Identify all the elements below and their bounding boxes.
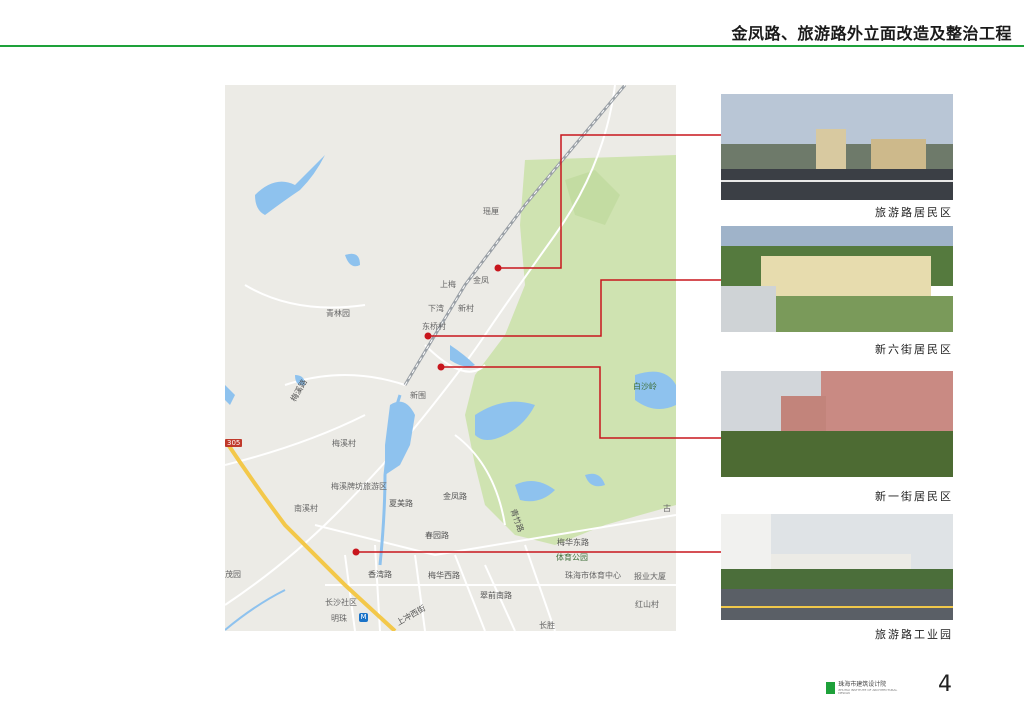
map-label-dongqiao: 东桥村 [422,322,446,331]
map-label-xiangzhou: 香湾路 [368,570,392,579]
map-label-nanwan: 茂园 [225,570,241,579]
metro-icon: M [359,613,368,622]
photo-lvyou-residential [721,94,953,200]
caption-lvyou-residential: 旅游路居民区 [875,206,953,219]
location-map[interactable]: 瑶厘 上梅 金凤 下湾 新村 青林园 东桥村 新围 梅溪路 梅溪村 白沙岭 梅溪… [225,85,676,631]
logo-text-en: ZHUHAI INSTITUTE OF ARCHITECTURAL DESIGN [838,687,898,695]
map-label-baoye: 报业大厦 [634,572,666,581]
map-label-meihua-road: 梅华东路 [557,538,589,547]
map-label-jinzhou: 梅溪村 [332,439,356,448]
caption-xinyijie-residential: 新一街居民区 [875,490,953,503]
highway-305-shield: 305 [225,439,243,447]
map-label-changsheng: 长胜 [539,621,555,630]
photo-lvyou-industrial [721,514,953,620]
map-label-xiawan: 下湾 [428,304,444,313]
map-label-mingzhu: 明珠 [331,614,347,623]
institute-logo: 珠海市建筑设计院 ZHUHAI INSTITUTE OF ARCHITECTUR… [826,681,904,695]
map-label-changsha: 长沙社区 [325,598,357,607]
photo-xinyijie-residential [721,371,953,477]
map-label-jinfeng-road: 金凤路 [443,492,467,501]
map-label-meihua-w: 梅华西路 [428,571,460,580]
map-label-yaoya: 瑶厘 [483,207,499,216]
map-label-xihe: 夏美路 [389,499,413,508]
photo-xinliujie-residential [721,226,953,332]
map-label-hongshan: 红山村 [635,600,659,609]
map-label-qinglin: 青林园 [326,309,350,318]
map-label-gu: 古 [663,504,671,513]
logo-mark-icon [826,682,836,694]
caption-xinliujie-residential: 新六街居民区 [875,343,953,356]
map-label-baishafeng: 白沙岭 [633,382,657,391]
map-label-shangmu: 上梅 [440,280,456,289]
map-label-meixi-zone: 梅溪牌坊旅游区 [331,482,387,491]
page-title: 金凤路、旅游路外立面改造及整治工程 [731,24,1012,43]
map-label-tiyu-center: 珠海市体育中心 [565,571,621,580]
logo-text-cn: 珠海市建筑设计院 [838,680,887,688]
title-divider [0,45,1024,47]
map-label-wanqi: 南溪村 [294,504,318,513]
map-label-tiyu-park: 体育公园 [556,553,588,562]
page-number: 4 [938,672,952,697]
map-label-xincun: 新村 [458,304,474,313]
caption-lvyou-industrial: 旅游路工业园 [875,628,953,641]
map-label-jinfeng2: 金凤 [473,276,489,285]
map-label-cuiqian: 翠前南路 [480,591,512,600]
map-label-wenhua: 春园路 [425,531,449,540]
map-canvas [225,85,676,631]
map-label-xinwei: 新围 [410,391,426,400]
